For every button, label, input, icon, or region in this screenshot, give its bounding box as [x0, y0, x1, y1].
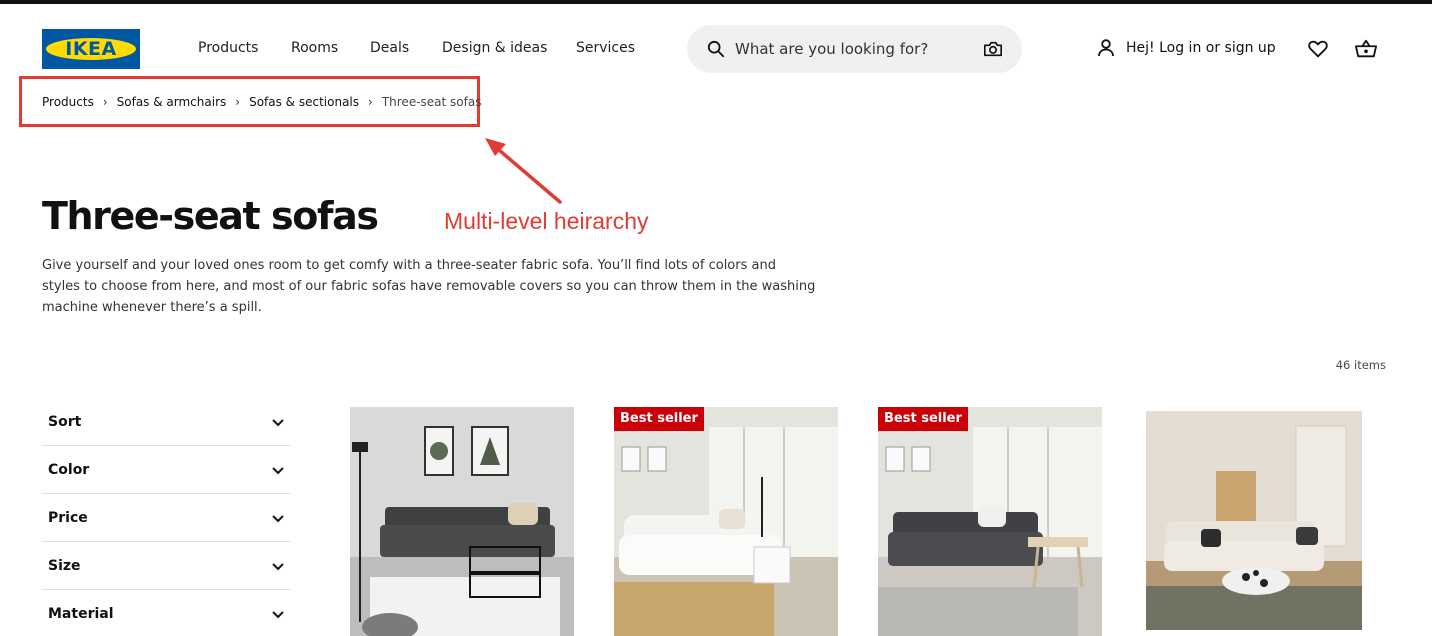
product-card-4[interactable]	[1146, 411, 1362, 630]
description-line: Give yourself and your loved ones room t…	[42, 258, 776, 273]
breadcrumb-separator: ›	[102, 95, 108, 109]
filter-label: Material	[48, 606, 114, 622]
login-label: Hej! Log in or sign up	[1126, 40, 1276, 56]
filter-label: Sort	[48, 413, 82, 430]
filter-panel: Sort Color Price Size Material	[42, 398, 291, 636]
best-seller-badge: Best seller	[878, 407, 968, 431]
top-border	[0, 0, 1432, 4]
user-icon	[1098, 39, 1114, 57]
filter-color[interactable]: Color	[42, 446, 291, 494]
nav-item-services[interactable]: Services	[576, 40, 635, 56]
logo-text: IKEA	[65, 38, 117, 60]
shopping-basket-icon[interactable]	[1354, 38, 1378, 60]
chevron-down-icon	[272, 562, 284, 570]
logo-oval: IKEA	[46, 38, 136, 60]
product-image	[1146, 411, 1362, 630]
login-link[interactable]: Hej! Log in or sign up	[1096, 38, 1276, 58]
product-image	[350, 407, 574, 636]
search-input[interactable]	[735, 37, 965, 61]
annotation-arrow	[485, 138, 562, 204]
nav-item-deals[interactable]: Deals	[370, 40, 409, 56]
filter-material[interactable]: Material	[42, 590, 291, 636]
ikea-logo[interactable]: IKEA	[42, 29, 140, 69]
page-description: Give yourself and your loved ones room t…	[42, 255, 842, 318]
product-image	[614, 407, 838, 636]
filter-sort[interactable]: Sort	[42, 398, 291, 446]
item-count: 46 items	[1335, 358, 1386, 372]
best-seller-badge: Best seller	[614, 407, 704, 431]
product-card-1[interactable]	[350, 407, 574, 636]
filter-label: Color	[48, 461, 90, 478]
chevron-down-icon	[272, 466, 284, 474]
chevron-down-icon	[272, 514, 284, 522]
search-bar[interactable]	[687, 25, 1022, 73]
breadcrumb-item-products[interactable]: Products	[42, 95, 94, 109]
description-line: styles to choose from here, and most of …	[42, 279, 816, 294]
description-line: machine whenever there’s a spill.	[42, 300, 262, 315]
breadcrumb-separator: ›	[368, 95, 373, 109]
annotation-label: Multi-level heirarchy	[444, 208, 649, 234]
breadcrumb: Products › Sofas & armchairs › Sofas & s…	[42, 95, 481, 109]
product-card-3[interactable]: Best seller	[878, 407, 1102, 636]
chevron-down-icon	[272, 418, 284, 426]
chevron-down-icon	[272, 611, 284, 619]
breadcrumb-item-sofas-armchairs[interactable]: Sofas & armchairs	[117, 95, 227, 109]
nav-item-rooms[interactable]: Rooms	[291, 40, 338, 56]
filter-label: Price	[48, 509, 88, 526]
filter-label: Size	[48, 557, 81, 574]
product-card-2[interactable]: Best seller	[614, 407, 838, 636]
heart-icon[interactable]	[1307, 38, 1329, 60]
breadcrumb-current: Three-seat sofas	[381, 95, 482, 109]
search-icon	[707, 40, 725, 58]
camera-icon[interactable]	[983, 39, 1003, 59]
page-title: Three-seat sofas	[42, 194, 379, 238]
filter-size[interactable]: Size	[42, 542, 291, 590]
product-image	[878, 407, 1102, 636]
filter-price[interactable]: Price	[42, 494, 291, 542]
nav-item-products[interactable]: Products	[198, 40, 258, 56]
breadcrumb-item-sofas-sectionals[interactable]: Sofas & sectionals	[249, 95, 359, 109]
breadcrumb-separator: ›	[235, 95, 241, 109]
nav-item-design-ideas[interactable]: Design & ideas	[442, 40, 547, 56]
